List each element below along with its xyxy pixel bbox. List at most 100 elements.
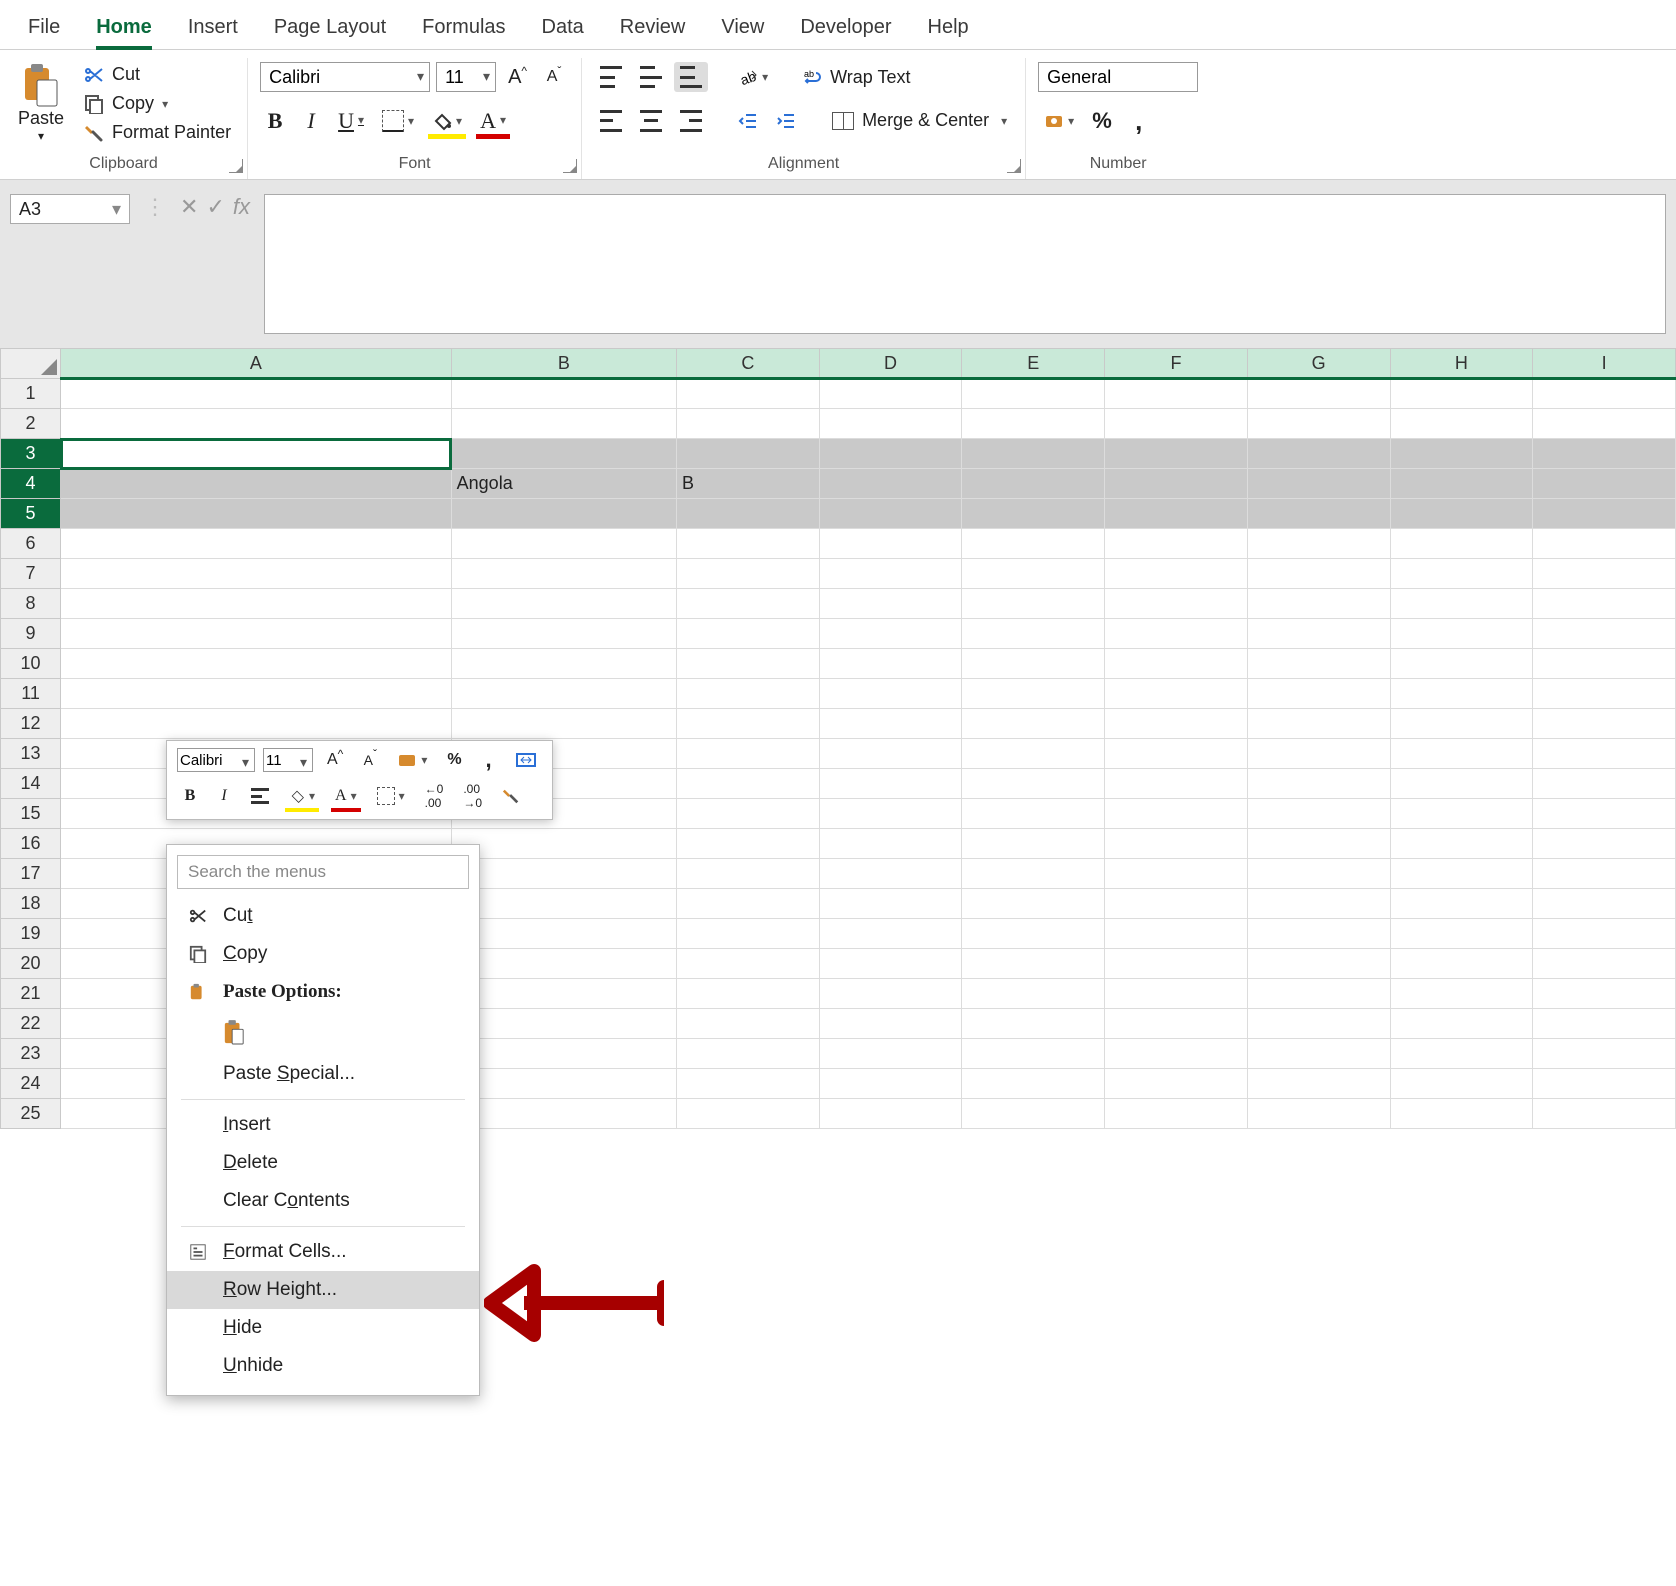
tab-file[interactable]: File (10, 8, 78, 49)
cell-I3[interactable] (1533, 439, 1676, 469)
row-header-18[interactable]: 18 (1, 889, 61, 919)
cell-E5[interactable] (962, 499, 1105, 529)
cell-B23[interactable] (451, 1039, 676, 1069)
cell-I9[interactable] (1533, 619, 1676, 649)
cell-G21[interactable] (1247, 979, 1390, 1009)
cell-I19[interactable] (1533, 919, 1676, 949)
row-header-24[interactable]: 24 (1, 1069, 61, 1099)
mini-italic[interactable]: I (211, 783, 237, 809)
cell-B2[interactable] (451, 409, 676, 439)
cell-C14[interactable] (676, 769, 819, 799)
cell-F16[interactable] (1105, 829, 1248, 859)
cell-A4[interactable] (61, 469, 452, 499)
cell-E3[interactable] (962, 439, 1105, 469)
cell-E10[interactable] (962, 649, 1105, 679)
cell-G5[interactable] (1247, 499, 1390, 529)
context-copy[interactable]: Copy (167, 935, 479, 973)
mini-merge[interactable] (510, 747, 542, 773)
cell-C11[interactable] (676, 679, 819, 709)
cell-I7[interactable] (1533, 559, 1676, 589)
cell-D17[interactable] (819, 859, 962, 889)
cell-I22[interactable] (1533, 1009, 1676, 1039)
row-header-23[interactable]: 23 (1, 1039, 61, 1069)
cell-B22[interactable] (451, 1009, 676, 1039)
cell-B11[interactable] (451, 679, 676, 709)
cell-E9[interactable] (962, 619, 1105, 649)
select-all-corner[interactable] (1, 349, 61, 379)
cell-G10[interactable] (1247, 649, 1390, 679)
cell-D20[interactable] (819, 949, 962, 979)
cell-E19[interactable] (962, 919, 1105, 949)
row-header-14[interactable]: 14 (1, 769, 61, 799)
cell-G13[interactable] (1247, 739, 1390, 769)
cancel-formula-button[interactable]: ✕ (180, 194, 198, 220)
cell-F21[interactable] (1105, 979, 1248, 1009)
cell-A6[interactable] (61, 529, 452, 559)
mini-bold[interactable]: B (177, 783, 203, 809)
cell-C17[interactable] (676, 859, 819, 889)
row-header-11[interactable]: 11 (1, 679, 61, 709)
cell-H7[interactable] (1390, 559, 1533, 589)
cell-D4[interactable] (819, 469, 962, 499)
cell-G14[interactable] (1247, 769, 1390, 799)
cell-C25[interactable] (676, 1099, 819, 1129)
cell-I10[interactable] (1533, 649, 1676, 679)
cell-H8[interactable] (1390, 589, 1533, 619)
cell-H22[interactable] (1390, 1009, 1533, 1039)
cell-B20[interactable] (451, 949, 676, 979)
col-header-C[interactable]: C (676, 349, 819, 379)
percent-button[interactable]: % (1086, 106, 1118, 136)
cell-G11[interactable] (1247, 679, 1390, 709)
align-middle-button[interactable] (634, 62, 668, 92)
cell-E17[interactable] (962, 859, 1105, 889)
cell-D15[interactable] (819, 799, 962, 829)
cell-I8[interactable] (1533, 589, 1676, 619)
cell-F22[interactable] (1105, 1009, 1248, 1039)
tab-page-layout[interactable]: Page Layout (256, 8, 404, 49)
cell-I15[interactable] (1533, 799, 1676, 829)
cell-D3[interactable] (819, 439, 962, 469)
row-header-13[interactable]: 13 (1, 739, 61, 769)
cell-F3[interactable] (1105, 439, 1248, 469)
cell-H10[interactable] (1390, 649, 1533, 679)
cell-G4[interactable] (1247, 469, 1390, 499)
cell-F13[interactable] (1105, 739, 1248, 769)
mini-dec-increase[interactable]: .00→0 (457, 783, 488, 809)
cell-G22[interactable] (1247, 1009, 1390, 1039)
decrease-font-button[interactable]: Aˇ (539, 62, 569, 92)
cell-H19[interactable] (1390, 919, 1533, 949)
cell-C9[interactable] (676, 619, 819, 649)
cell-I1[interactable] (1533, 379, 1676, 409)
cell-C2[interactable] (676, 409, 819, 439)
tab-formulas[interactable]: Formulas (404, 8, 523, 49)
cell-B18[interactable] (451, 889, 676, 919)
cell-H15[interactable] (1390, 799, 1533, 829)
cell-E21[interactable] (962, 979, 1105, 1009)
cell-E16[interactable] (962, 829, 1105, 859)
cell-I13[interactable] (1533, 739, 1676, 769)
cell-F25[interactable] (1105, 1099, 1248, 1129)
cell-D11[interactable] (819, 679, 962, 709)
mini-percent[interactable]: % (441, 747, 467, 773)
cell-I12[interactable] (1533, 709, 1676, 739)
cell-G16[interactable] (1247, 829, 1390, 859)
alignment-launcher[interactable] (1007, 159, 1021, 173)
context-delete[interactable]: Delete (167, 1144, 479, 1182)
cell-B12[interactable] (451, 709, 676, 739)
tab-view[interactable]: View (703, 8, 782, 49)
cell-D16[interactable] (819, 829, 962, 859)
context-clear-contents[interactable]: Clear Contents (167, 1182, 479, 1220)
cell-D6[interactable] (819, 529, 962, 559)
cell-G17[interactable] (1247, 859, 1390, 889)
row-header-2[interactable]: 2 (1, 409, 61, 439)
cell-B8[interactable] (451, 589, 676, 619)
cell-C15[interactable] (676, 799, 819, 829)
cell-C23[interactable] (676, 1039, 819, 1069)
cell-F17[interactable] (1105, 859, 1248, 889)
cell-F12[interactable] (1105, 709, 1248, 739)
row-header-3[interactable]: 3 (1, 439, 61, 469)
col-header-B[interactable]: B (451, 349, 676, 379)
cell-C16[interactable] (676, 829, 819, 859)
fill-color-button[interactable] (426, 106, 468, 136)
font-name-select[interactable] (260, 62, 430, 92)
